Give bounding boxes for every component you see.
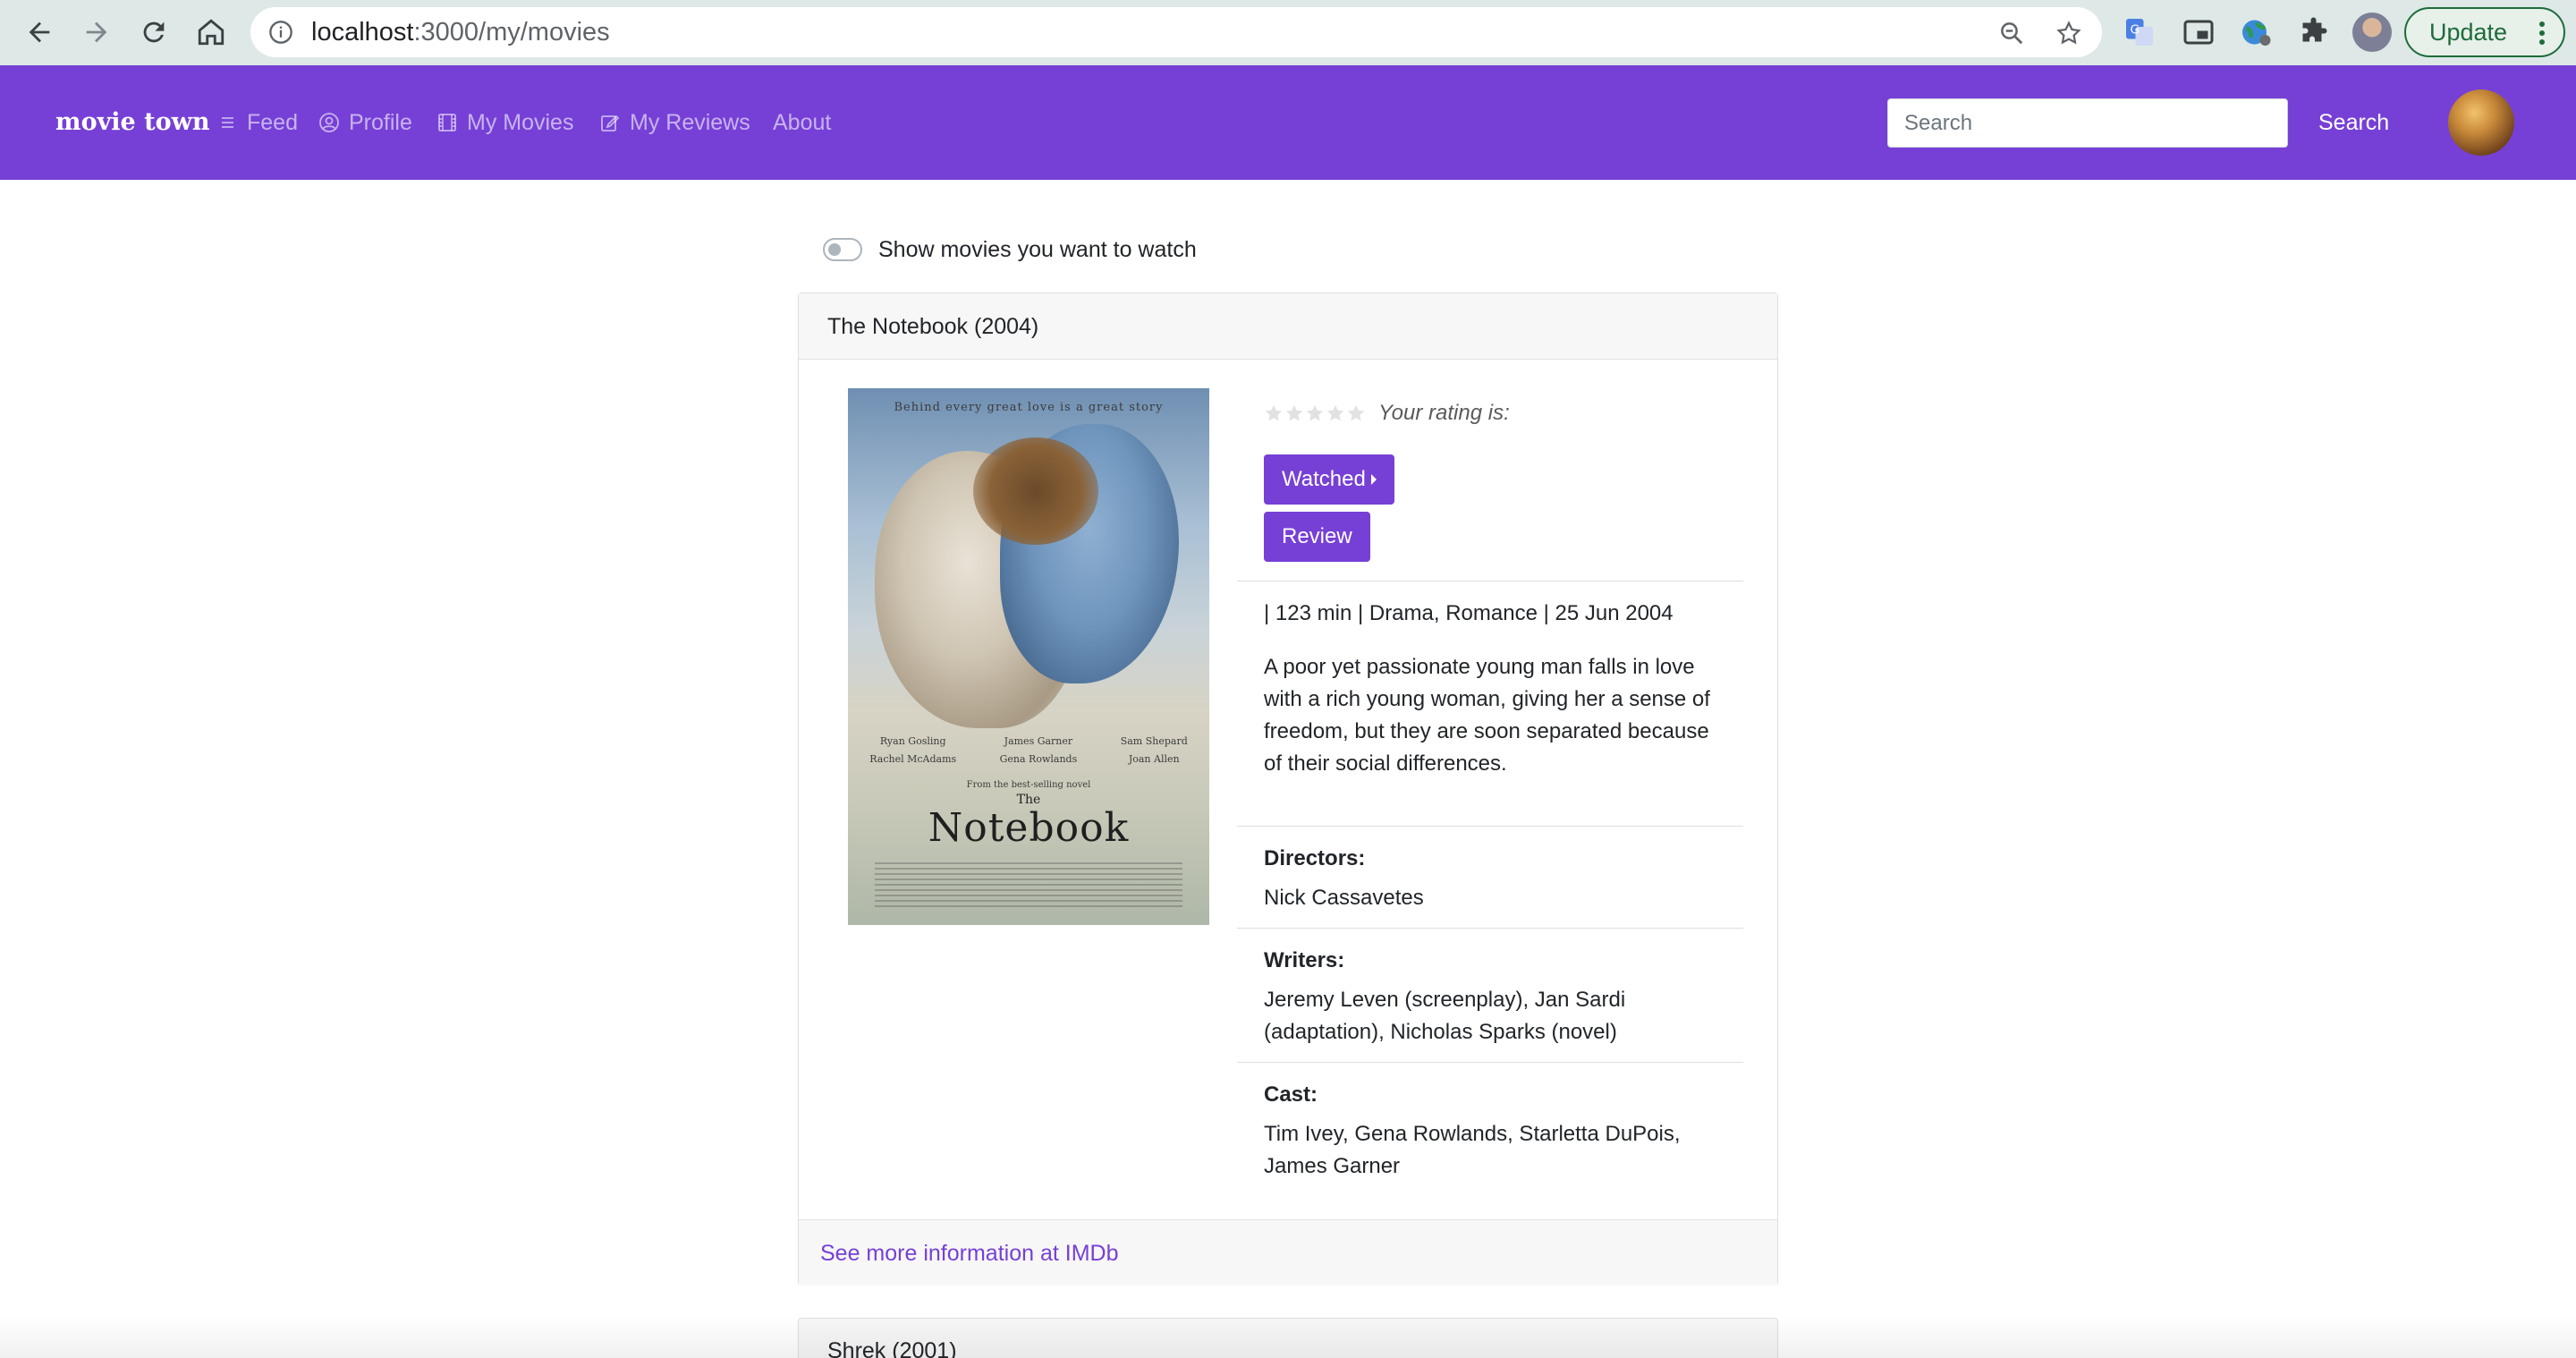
cast-label: Cast: xyxy=(1264,1082,1318,1107)
user-avatar[interactable] xyxy=(2448,89,2514,156)
svg-text:G: G xyxy=(2131,23,2140,38)
forward-button[interactable] xyxy=(73,9,120,55)
brand-logo[interactable]: movie town xyxy=(55,65,209,180)
poster-from-text: From the best-selling novel xyxy=(966,780,1091,790)
review-label: Review xyxy=(1282,524,1352,548)
movie-plot: A poor yet passionate young man falls in… xyxy=(1264,655,1710,776)
star-icon[interactable] xyxy=(1346,403,1366,423)
home-button[interactable] xyxy=(188,9,234,55)
toggle-label[interactable]: Show movies you want to watch xyxy=(878,237,1197,263)
star-icon[interactable] xyxy=(1264,403,1284,423)
browser-toolbar: localhost:3000/my/movies G Update xyxy=(0,0,2576,65)
picture-in-picture-icon[interactable] xyxy=(2182,16,2215,48)
update-button[interactable]: Update xyxy=(2404,7,2565,57)
update-label: Update xyxy=(2429,18,2508,46)
info-icon[interactable] xyxy=(268,20,293,45)
star-rating[interactable] xyxy=(1264,403,1366,423)
nav-item-label: My Movies xyxy=(467,109,574,135)
divider xyxy=(1237,928,1743,929)
nav-item-label: About xyxy=(773,109,832,135)
home-icon xyxy=(198,19,225,46)
reload-icon xyxy=(143,21,165,43)
reload-button[interactable] xyxy=(131,9,177,55)
divider xyxy=(1237,826,1743,827)
nav-item-profile[interactable]: Profile xyxy=(318,65,412,180)
edit-icon xyxy=(601,115,620,132)
poster-fineprint xyxy=(875,862,1182,907)
movie-card: The Notebook (2004) Behind every great l… xyxy=(798,293,1778,1286)
search-button[interactable]: Search xyxy=(2308,98,2400,148)
caret-right-icon xyxy=(1370,474,1377,485)
toggle-knob xyxy=(828,243,841,256)
cast-value: Tim Ivey, Gena Rowlands, Starletta DuPoi… xyxy=(1264,1122,1681,1178)
user-circle-icon xyxy=(319,113,339,132)
directors-value: Nick Cassavetes xyxy=(1264,886,1424,910)
nav-item-label: My Reviews xyxy=(630,109,750,135)
poster-credits: Ryan Gosling Rachel McAdams James Garner G… xyxy=(869,735,1188,765)
puzzle-extensions-icon[interactable] xyxy=(2299,16,2331,48)
watched-button[interactable]: Watched xyxy=(1264,454,1394,505)
star-icon[interactable] xyxy=(1305,403,1325,423)
directors-label: Directors: xyxy=(1264,846,1366,870)
rating-row: Your rating is: xyxy=(1264,401,1510,426)
star-icon[interactable] xyxy=(1284,403,1304,423)
nav-item-my-reviews[interactable]: My Reviews xyxy=(599,65,750,180)
writers-value: Jeremy Leven (screenplay), Jan Sardi (ad… xyxy=(1264,988,1626,1044)
nav-item-label: Feed xyxy=(247,109,298,135)
app-navbar: movie town Feed Profile My Movies My Rev… xyxy=(0,65,2576,180)
poster-tagline: Behind every great love is a great story xyxy=(894,401,1164,414)
rating-label: Your rating is: xyxy=(1378,401,1510,425)
bookmark-star-icon[interactable] xyxy=(2055,20,2082,47)
url-text[interactable]: localhost:3000/my/movies xyxy=(311,7,610,57)
nav-item-feed[interactable]: Feed xyxy=(216,65,298,180)
profile-avatar-icon[interactable] xyxy=(2352,13,2392,52)
want-to-watch-toggle-row: Show movies you want to watch xyxy=(823,234,1197,265)
movie-meta: | 123 min | Drama, Romance | 25 Jun 2004 xyxy=(1264,601,1674,625)
divider xyxy=(1237,1062,1743,1063)
want-to-watch-toggle[interactable] xyxy=(823,238,862,261)
review-button[interactable]: Review xyxy=(1264,512,1370,562)
arrow-right-icon xyxy=(86,21,107,43)
zoom-icon[interactable] xyxy=(1998,20,2025,47)
star-icon[interactable] xyxy=(1326,403,1345,423)
imdb-link[interactable]: See more information at IMDb xyxy=(799,1219,1777,1286)
back-button[interactable] xyxy=(16,9,63,55)
address-bar[interactable]: localhost:3000/my/movies xyxy=(250,7,2102,57)
more-vertical-icon xyxy=(2539,21,2545,45)
nav-item-my-movies[interactable]: My Movies xyxy=(436,65,573,180)
globe-extension-icon[interactable] xyxy=(2240,16,2272,48)
writers-label: Writers: xyxy=(1264,948,1345,972)
menu-icon xyxy=(222,117,233,128)
film-icon xyxy=(438,114,456,132)
movie-poster: Behind every great love is a great story… xyxy=(848,388,1209,925)
arrow-left-icon xyxy=(29,21,50,43)
movie-card-header: The Notebook (2004) xyxy=(799,293,1777,360)
watched-label: Watched xyxy=(1282,467,1366,491)
translate-icon[interactable]: G xyxy=(2123,16,2156,48)
nav-item-about[interactable]: About xyxy=(773,65,831,180)
nav-item-label: Profile xyxy=(349,109,412,135)
search-input[interactable] xyxy=(1887,98,2288,148)
poster-title: Notebook xyxy=(928,805,1130,851)
movie-card-header-next: Shrek (2001) xyxy=(798,1318,1778,1358)
